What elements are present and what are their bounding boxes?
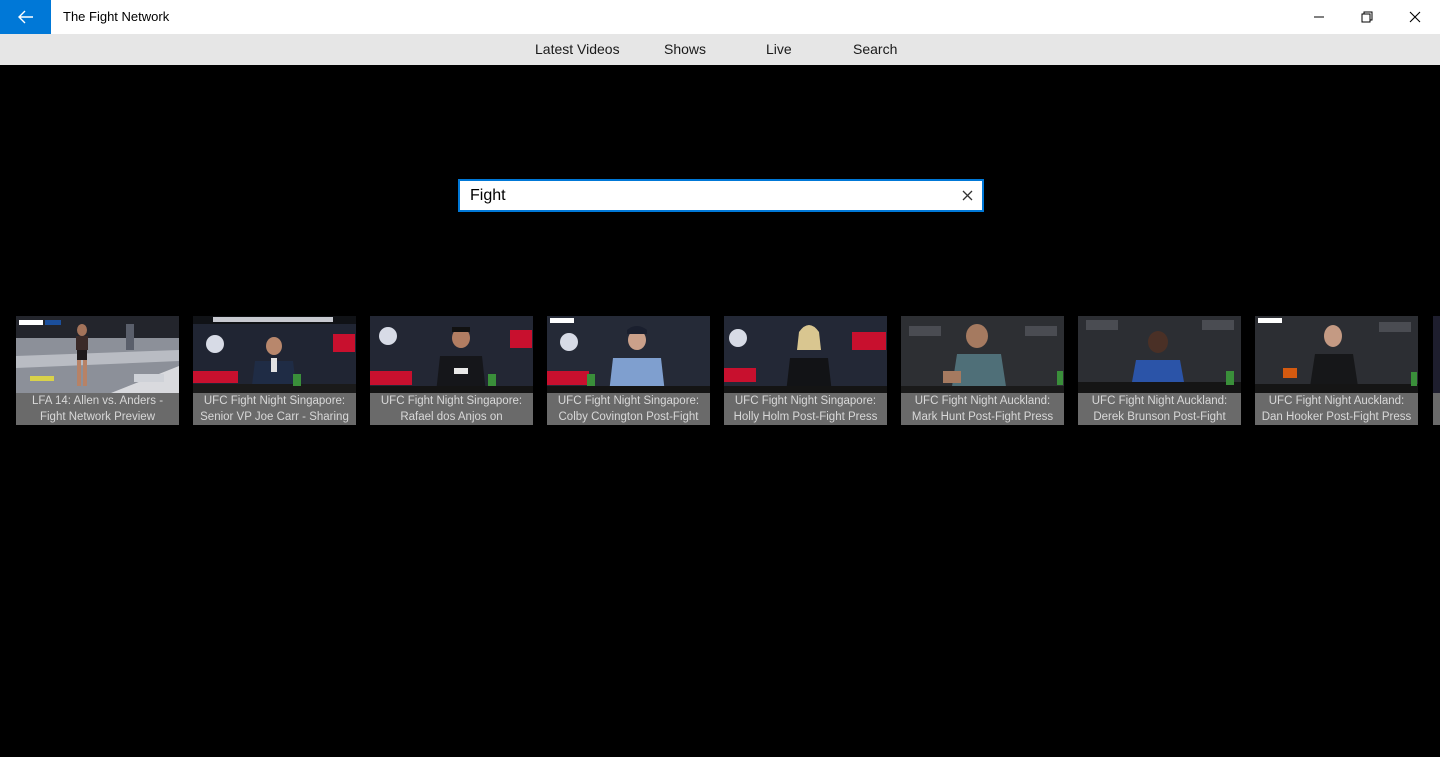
maximize-icon xyxy=(1361,11,1373,23)
clear-icon xyxy=(962,190,973,201)
video-thumbnail xyxy=(1255,316,1418,393)
back-button[interactable] xyxy=(0,0,51,34)
video-thumbnail xyxy=(370,316,533,393)
video-tile[interactable]: UFC Fight Night Auckland: Derek Brunson … xyxy=(1078,316,1241,425)
app-title: The Fight Network xyxy=(63,9,170,24)
video-thumbnail xyxy=(901,316,1064,393)
close-icon xyxy=(1409,11,1421,23)
nav-shows[interactable]: Shows xyxy=(664,34,706,65)
restore-button[interactable] xyxy=(1344,0,1390,34)
video-tile[interactable]: UFC Fight Night Auckland: Mark Hunt Post… xyxy=(901,316,1064,425)
video-tile[interactable]: UFC Fight Night Singapore: Colby Covingt… xyxy=(547,316,710,425)
close-button[interactable] xyxy=(1392,0,1438,34)
search-box xyxy=(458,179,984,212)
nav-bar: Latest Videos Shows Live Search xyxy=(0,34,1440,65)
video-tile[interactable]: UFC Fight Night Singapore: Senior VP Joe… xyxy=(193,316,356,425)
title-bar: The Fight Network xyxy=(0,0,1440,34)
video-tile[interactable]: LFA 14: Allen vs. Anders - Fight Network… xyxy=(16,316,179,425)
search-clear-button[interactable] xyxy=(959,187,976,204)
video-title: LFA 14: Allen vs. Anders - Fight Network… xyxy=(16,393,179,425)
video-tile-partial[interactable] xyxy=(1433,316,1440,425)
video-title: UFC Fight Night Singapore: Holly Holm Po… xyxy=(724,393,887,425)
video-thumbnail xyxy=(1078,316,1241,393)
search-input[interactable] xyxy=(460,181,950,210)
nav-search[interactable]: Search xyxy=(853,34,897,65)
video-tile[interactable]: UFC Fight Night Singapore: Rafael dos An… xyxy=(370,316,533,425)
nav-live[interactable]: Live xyxy=(766,34,792,65)
video-thumbnail xyxy=(724,316,887,393)
video-title: UFC Fight Night Singapore: Senior VP Joe… xyxy=(193,393,356,425)
video-title: UFC Fight Night Auckland: Dan Hooker Pos… xyxy=(1255,393,1418,425)
video-thumbnail xyxy=(547,316,710,393)
video-thumbnail xyxy=(193,316,356,393)
video-tile[interactable]: UFC Fight Night Auckland: Dan Hooker Pos… xyxy=(1255,316,1418,425)
minimize-button[interactable] xyxy=(1296,0,1342,34)
search-results: LFA 14: Allen vs. Anders - Fight Network… xyxy=(0,316,1440,426)
video-tile[interactable]: UFC Fight Night Singapore: Holly Holm Po… xyxy=(724,316,887,425)
video-title: UFC Fight Night Singapore: Colby Covingt… xyxy=(547,393,710,425)
video-title: UFC Fight Night Singapore: Rafael dos An… xyxy=(370,393,533,425)
video-title: UFC Fight Night Auckland: Mark Hunt Post… xyxy=(901,393,1064,425)
minimize-icon xyxy=(1314,16,1324,18)
video-title: UFC Fight Night Auckland: Derek Brunson … xyxy=(1078,393,1241,425)
video-thumbnail xyxy=(16,316,179,393)
arrow-left-icon xyxy=(17,10,33,24)
nav-latest-videos[interactable]: Latest Videos xyxy=(535,34,620,65)
